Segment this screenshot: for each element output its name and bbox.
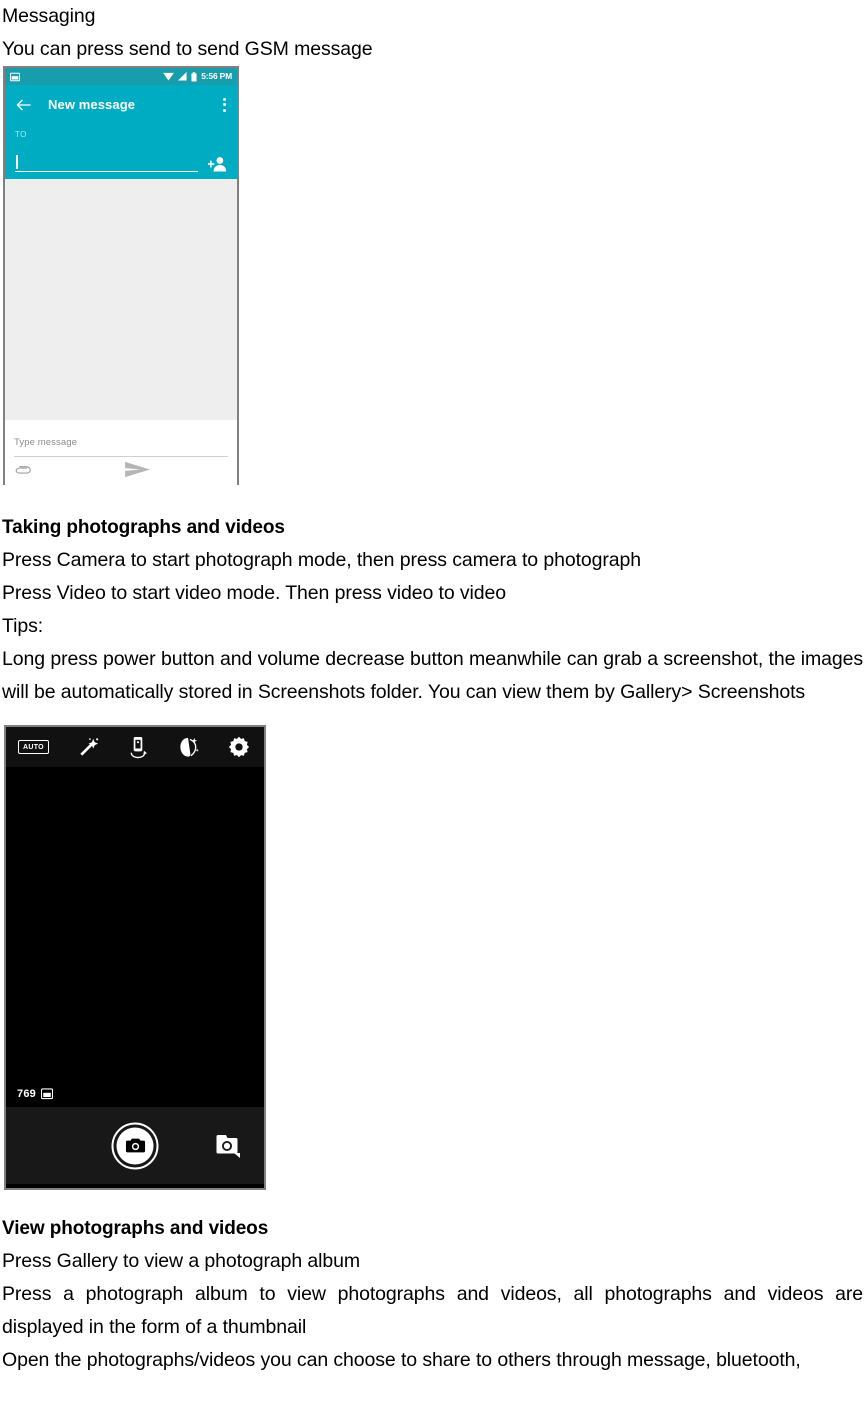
settings-gear-icon[interactable] — [228, 736, 250, 758]
taking-line-2: Press Video to start video mode. Then pr… — [2, 582, 507, 604]
status-bar-clock: 5:56 PM — [201, 71, 232, 82]
tips-label: Tips: — [2, 615, 44, 637]
camera-toolbar: AUTO — [6, 727, 264, 767]
taking-line-1: Press Camera to start photograph mode, t… — [2, 549, 642, 571]
app-bar: New message — [5, 85, 237, 124]
view-photographs-heading: View photographs and videos — [2, 1218, 269, 1239]
manual-page: Messaging You can press send to send GSM… — [0, 0, 865, 1416]
conversation-area — [5, 179, 237, 420]
screenshot-tip-paragraph: Long press power button and volume decre… — [2, 648, 863, 703]
remaining-shots-value: 769 — [17, 1088, 36, 1100]
overflow-menu-icon[interactable] — [223, 97, 226, 112]
remaining-shots-counter: 769 — [17, 1088, 53, 1100]
message-input-placeholder: Type message — [14, 437, 77, 448]
taking-photographs-heading: Taking photographs and videos — [2, 517, 285, 538]
status-bar-indicators: 5:56 PM — [163, 71, 232, 82]
messaging-heading: Messaging — [2, 5, 96, 27]
recipient-label: TO — [15, 130, 27, 139]
beauty-face-icon[interactable] — [177, 736, 200, 759]
status-bar: 5:56 PM — [5, 68, 237, 85]
status-bar-notifications — [10, 72, 20, 82]
panorama-icon[interactable] — [127, 736, 149, 759]
message-input[interactable]: Type message — [14, 432, 228, 457]
messaging-description: You can press send to send GSM message — [2, 38, 373, 60]
recipient-row: TO — [5, 124, 237, 179]
sd-storage-icon — [40, 1088, 53, 1100]
view-last-line: Open the photographs/videos you can choo… — [2, 1349, 801, 1371]
view-line-1: Press Gallery to view a photograph album — [2, 1250, 361, 1272]
camera-mode-switch-button[interactable] — [210, 1131, 242, 1161]
magic-wand-icon[interactable] — [77, 736, 100, 759]
messaging-app-screenshot: 5:56 PM New message TO Type message — [3, 66, 239, 486]
recipient-input[interactable] — [15, 151, 198, 172]
view-paragraph: Press a photograph album to view photogr… — [2, 1283, 863, 1338]
shutter-camera-icon — [125, 1138, 145, 1154]
wifi-icon — [163, 72, 175, 81]
text-caret — [16, 155, 18, 169]
back-arrow-icon[interactable] — [16, 98, 31, 112]
compose-area: Type message — [5, 420, 237, 486]
flash-auto-icon[interactable]: AUTO — [18, 740, 49, 754]
shutter-button[interactable] — [111, 1122, 159, 1169]
screenshot-notification-icon — [10, 72, 20, 82]
battery-icon — [191, 71, 197, 82]
add-contact-icon[interactable] — [208, 156, 227, 172]
camera-bottom-bar — [6, 1107, 264, 1184]
signal-icon — [178, 72, 187, 81]
app-bar-title: New message — [48, 97, 136, 112]
send-icon[interactable] — [124, 459, 151, 480]
camera-preview[interactable]: 769 — [6, 767, 264, 1107]
camera-app-screenshot: AUTO 769 — [4, 725, 266, 1190]
attachment-icon[interactable] — [14, 463, 31, 476]
camera-mode-icon — [210, 1131, 242, 1161]
